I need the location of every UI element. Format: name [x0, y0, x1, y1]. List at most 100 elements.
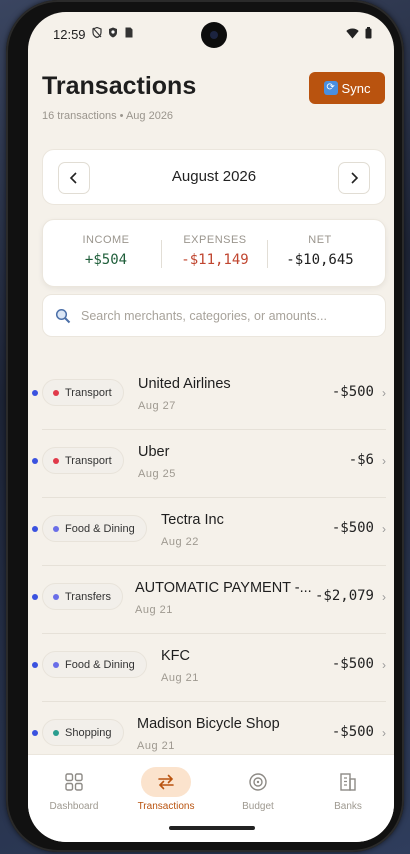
nav-icon-wrap — [323, 767, 373, 797]
unread-dot — [32, 662, 38, 668]
target-icon — [249, 773, 267, 791]
category-label: Food & Dining — [65, 658, 135, 671]
transaction-amount: -$500 — [331, 384, 374, 400]
search-input[interactable] — [81, 308, 361, 323]
chevron-right-icon: › — [382, 590, 386, 604]
transaction-date: Aug 21 — [137, 740, 175, 752]
category-color-dot — [53, 729, 59, 736]
net-summary: NET -$10,645 — [265, 234, 375, 268]
chevron-right-icon: › — [382, 726, 386, 740]
chevron-right-icon: › — [382, 658, 386, 672]
income-value: +$504 — [84, 252, 128, 268]
status-time: 12:59 — [53, 27, 86, 42]
nav-icon-wrap — [141, 767, 191, 797]
category-label: Food & Dining — [65, 522, 135, 535]
transaction-list: Transport United Airlines Aug 27 -$500 ›… — [28, 362, 394, 754]
expenses-label: EXPENSES — [183, 234, 247, 246]
merchant-name: KFC — [161, 648, 190, 664]
transaction-amount: -$500 — [331, 656, 374, 672]
net-label: NET — [308, 234, 332, 246]
chevron-right-icon — [351, 172, 359, 184]
page-subtitle: 16 transactions • Aug 2026 — [42, 110, 174, 122]
category-label: Transport — [65, 454, 112, 467]
unread-dot — [32, 458, 38, 464]
expenses-summary: EXPENSES -$11,149 — [160, 234, 270, 268]
merchant-name: Uber — [138, 444, 170, 460]
category-color-dot — [53, 525, 59, 532]
sync-label: Sync — [341, 80, 371, 96]
category-color-dot — [53, 661, 59, 668]
income-label: INCOME — [82, 234, 130, 246]
nav-icon-wrap — [233, 767, 283, 797]
shield-icon — [109, 27, 117, 38]
sync-button[interactable]: ⟳ Sync — [309, 72, 385, 104]
merchant-name: United Airlines — [138, 376, 231, 392]
month-label: August 2026 — [171, 168, 257, 185]
nav-label: Transactions — [137, 801, 195, 812]
nav-label: Budget — [242, 801, 274, 812]
transaction-row[interactable]: Shopping Madison Bicycle Shop Aug 21 -$5… — [28, 702, 394, 754]
swap-icon — [158, 774, 174, 790]
shield-off-icon — [92, 27, 102, 38]
transaction-date: Aug 21 — [161, 672, 199, 684]
transaction-row[interactable]: Transport United Airlines Aug 27 -$500 › — [28, 362, 394, 430]
transaction-row[interactable]: Transfers AUTOMATIC PAYMENT -... Aug 21 … — [28, 566, 394, 634]
nav-label: Banks — [334, 801, 362, 812]
transaction-date: Aug 25 — [138, 468, 176, 480]
battery-icon — [365, 27, 372, 39]
search-bar — [42, 294, 386, 337]
net-value: -$10,645 — [286, 252, 354, 268]
status-system-icons — [346, 27, 372, 39]
chevron-right-icon: › — [382, 386, 386, 400]
status-bar: 12:59 — [28, 12, 394, 56]
merchant-name: Tectra Inc — [161, 512, 224, 528]
transaction-row[interactable]: Food & Dining Tectra Inc Aug 22 -$500 › — [28, 498, 394, 566]
grid-icon — [65, 773, 83, 791]
transaction-amount: -$500 — [331, 724, 374, 740]
income-summary: INCOME +$504 — [51, 234, 161, 268]
transaction-amount: -$2,079 — [314, 588, 374, 604]
category-badge: Transfers — [42, 583, 124, 610]
unread-dot — [32, 594, 38, 600]
sim-card-icon — [125, 27, 133, 38]
nav-dashboard[interactable]: Dashboard — [28, 767, 120, 812]
building-icon — [340, 773, 356, 791]
nav-budget[interactable]: Budget — [212, 767, 304, 812]
category-badge: Shopping — [42, 719, 124, 746]
category-label: Shopping — [65, 726, 112, 739]
transaction-amount: -$500 — [331, 520, 374, 536]
wifi-icon — [346, 28, 359, 38]
transaction-date: Aug 22 — [161, 536, 199, 548]
category-badge: Food & Dining — [42, 515, 147, 542]
nav-transactions[interactable]: Transactions — [120, 767, 212, 812]
category-badge: Food & Dining — [42, 651, 147, 678]
category-label: Transport — [65, 386, 112, 399]
refresh-icon: ⟳ — [323, 81, 338, 95]
category-badge: Transport — [42, 447, 124, 474]
merchant-name: Madison Bicycle Shop — [137, 716, 280, 732]
chevron-right-icon: › — [382, 522, 386, 536]
nav-banks[interactable]: Banks — [302, 767, 394, 812]
unread-dot — [32, 390, 38, 396]
front-camera — [201, 22, 227, 48]
chevron-right-icon: › — [382, 454, 386, 468]
nav-icon-wrap — [49, 767, 99, 797]
category-badge: Transport — [42, 379, 124, 406]
category-label: Transfers — [65, 590, 112, 603]
category-color-dot — [53, 457, 59, 464]
summary-card: INCOME +$504 EXPENSES -$11,149 NET -$10,… — [42, 219, 386, 287]
expenses-value: -$11,149 — [181, 252, 249, 268]
category-color-dot — [53, 389, 59, 396]
unread-dot — [32, 526, 38, 532]
transaction-row[interactable]: Food & Dining KFC Aug 21 -$500 › — [28, 634, 394, 702]
transaction-date: Aug 27 — [138, 400, 176, 412]
phone-frame: 12:59 Transactions 16 transactions • Aug… — [6, 0, 404, 852]
merchant-name: AUTOMATIC PAYMENT -... — [135, 580, 312, 596]
category-color-dot — [53, 593, 59, 600]
home-indicator[interactable] — [169, 826, 255, 830]
month-selector: August 2026 — [42, 149, 386, 205]
next-month-button[interactable] — [338, 162, 370, 194]
transaction-date: Aug 21 — [135, 604, 173, 616]
app-screen: 12:59 Transactions 16 transactions • Aug… — [28, 12, 394, 842]
transaction-row[interactable]: Transport Uber Aug 25 -$6 › — [28, 430, 394, 498]
